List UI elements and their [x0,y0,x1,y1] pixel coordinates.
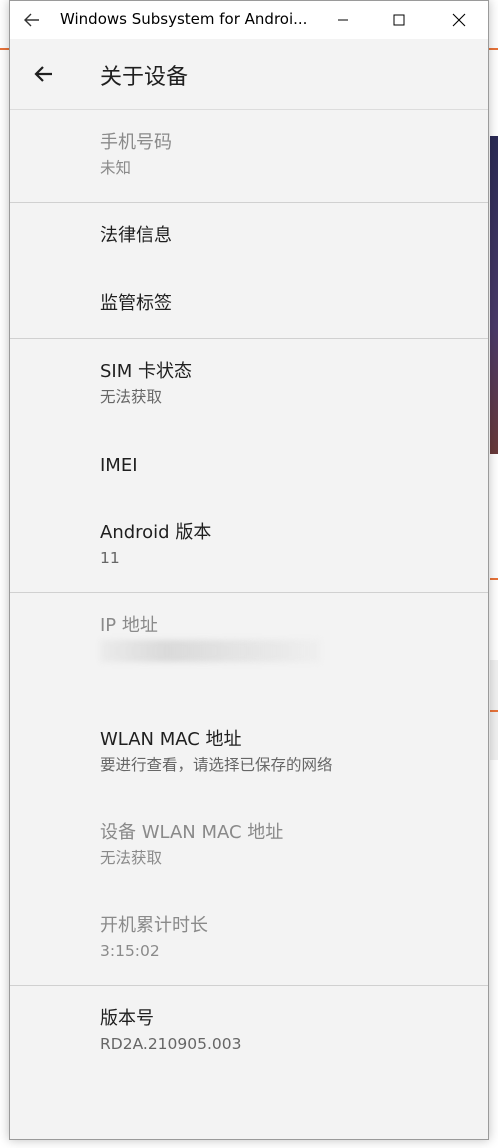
item-subtitle: RD2A.210905.003 [100,1035,242,1053]
divider [10,338,488,339]
item-subtitle: 3:15:02 [100,942,160,960]
item-title: IMEI [100,455,138,476]
item-title: 版本号 [100,1008,154,1029]
maximize-button[interactable] [376,1,422,39]
window-titlebar: Windows Subsystem for Androi... [10,1,488,39]
item-title: 设备 WLAN MAC 地址 [100,822,284,843]
legal-info-item[interactable]: 法律信息 [100,224,172,248]
item-title: 开机累计时长 [100,915,208,936]
back-arrow-icon [34,66,52,82]
navigate-up-button[interactable] [32,62,56,86]
close-button[interactable] [436,1,482,39]
item-title: SIM 卡状态 [100,361,192,382]
imei-item[interactable]: IMEI [100,454,138,478]
back-arrow-icon [24,13,39,27]
item-subtitle: 要进行查看，请选择已保存的网络 [100,756,333,774]
item-title: WLAN MAC 地址 [100,729,242,750]
item-title: 监管标签 [100,293,172,314]
divider [10,985,488,986]
item-title: 法律信息 [100,225,172,246]
sim-status-item[interactable]: SIM 卡状态 无法获取 [100,360,192,408]
item-subtitle: 无法获取 [100,849,163,867]
ip-address-blurred-value [100,640,320,662]
device-wlan-mac-item: 设备 WLAN MAC 地址 无法获取 [100,821,283,869]
wsa-settings-window: Windows Subsystem for Androi... 关于设备 手机号… [9,0,489,1140]
wlan-mac-item[interactable]: WLAN MAC 地址 要进行查看，请选择已保存的网络 [100,728,333,776]
background-accent-line [490,578,498,580]
item-title: IP 地址 [100,615,158,636]
close-icon [452,13,466,27]
android-version-item[interactable]: Android 版本 11 [100,521,211,569]
page-title: 关于设备 [100,65,189,90]
background-accent-line [490,710,498,712]
item-subtitle: 未知 [100,159,132,177]
minimize-button[interactable] [320,1,366,39]
item-title: Android 版本 [100,522,212,543]
phone-number-item: 手机号码 未知 [100,131,172,179]
uptime-item: 开机累计时长 3:15:02 [100,914,208,962]
app-bar: 关于设备 [10,39,488,110]
item-subtitle: 11 [100,549,120,567]
divider [10,202,488,203]
item-title: 手机号码 [100,132,172,153]
background-image [490,136,498,454]
build-number-item[interactable]: 版本号 RD2A.210905.003 [100,1007,242,1055]
ip-address-item: IP 地址 [100,614,158,638]
minimize-icon [338,19,348,21]
divider [10,592,488,593]
titlebar-back-button[interactable] [22,10,42,30]
window-title: Windows Subsystem for Androi... [60,10,308,28]
maximize-icon [393,14,405,26]
item-subtitle: 无法获取 [100,388,163,406]
regulatory-labels-item[interactable]: 监管标签 [100,292,172,316]
